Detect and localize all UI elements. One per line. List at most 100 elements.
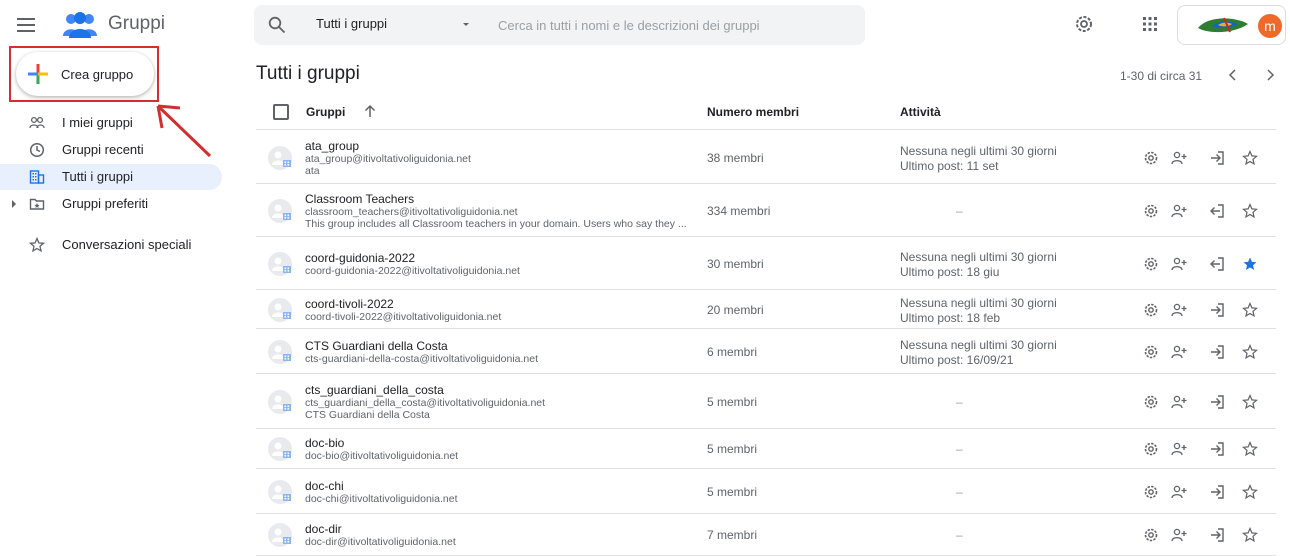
group-avatar-icon <box>268 199 292 223</box>
caret-down-icon[interactable] <box>459 17 473 31</box>
folder-star-icon <box>29 198 45 210</box>
group-avatar-icon <box>268 390 292 414</box>
group-name[interactable]: ata_group <box>305 139 359 153</box>
join-group-icon[interactable] <box>1209 441 1225 457</box>
group-settings-icon[interactable] <box>1143 441 1159 457</box>
leave-group-icon[interactable] <box>1209 256 1225 272</box>
star-filled-icon[interactable] <box>1242 256 1258 272</box>
group-name[interactable]: doc-dir <box>305 522 342 536</box>
add-member-icon[interactable] <box>1171 150 1187 166</box>
last-post: Ultimo post: 16/09/21 <box>900 353 1014 367</box>
group-email: ata_group@itivoltativoliguidonia.net <box>305 153 471 165</box>
group-name[interactable]: doc-bio <box>305 436 344 450</box>
group-avatar-icon <box>268 437 292 461</box>
settings-gear-icon[interactable] <box>1073 13 1095 35</box>
add-member-icon[interactable] <box>1171 527 1187 543</box>
apps-grid-icon[interactable] <box>1140 14 1160 34</box>
building-icon <box>29 170 45 184</box>
user-avatar[interactable]: m <box>1258 14 1282 38</box>
last-post: Ultimo post: 18 giu <box>900 265 1000 279</box>
sidebar-item-my-groups[interactable]: I miei gruppi <box>0 110 222 136</box>
group-settings-icon[interactable] <box>1143 484 1159 500</box>
join-group-icon[interactable] <box>1209 484 1225 500</box>
sidebar-item-recent-groups[interactable]: Gruppi recenti <box>0 137 222 163</box>
account-switcher[interactable]: m <box>1177 5 1286 45</box>
star-outline-icon[interactable] <box>1242 441 1258 457</box>
select-all-checkbox[interactable] <box>273 104 289 120</box>
table-row[interactable]: coord-guidonia-2022 coord-guidonia-2022@i… <box>256 237 1276 290</box>
add-member-icon[interactable] <box>1171 256 1187 272</box>
group-settings-icon[interactable] <box>1143 203 1159 219</box>
join-group-icon[interactable] <box>1209 302 1225 318</box>
leave-group-icon[interactable] <box>1209 203 1225 219</box>
star-outline-icon[interactable] <box>1242 394 1258 410</box>
page-title: Tutti i gruppi <box>256 63 360 84</box>
group-email: cts-guardiani-della-costa@itivoltativoli… <box>305 353 539 365</box>
search-input[interactable] <box>498 13 848 37</box>
table-row[interactable]: CTS Guardiani della Costa cts-guardiani-d… <box>256 329 1276 374</box>
sidebar-item-special-conversations[interactable]: Conversazioni speciali <box>0 232 222 258</box>
table-row[interactable]: doc-bio doc-bio@itivoltativoliguidonia.ne… <box>256 429 1276 469</box>
activity-empty: – <box>956 528 963 542</box>
activity-summary: Nessuna negli ultimi 30 giorni <box>900 296 1057 310</box>
join-group-icon[interactable] <box>1209 150 1225 166</box>
column-header-groups[interactable]: Gruppi <box>306 105 345 119</box>
add-member-icon[interactable] <box>1171 394 1187 410</box>
join-group-icon[interactable] <box>1209 394 1225 410</box>
group-name[interactable]: coord-tivoli-2022 <box>305 297 394 311</box>
organization-logo-icon <box>1198 17 1248 33</box>
add-member-icon[interactable] <box>1171 441 1187 457</box>
table-row[interactable]: Classroom Teachers classroom_teachers@iti… <box>256 184 1276 237</box>
group-name[interactable]: doc-chi <box>305 479 344 493</box>
add-member-icon[interactable] <box>1171 484 1187 500</box>
group-settings-icon[interactable] <box>1143 344 1159 360</box>
caret-right-icon[interactable] <box>10 199 18 209</box>
group-email: coord-tivoli-2022@itivoltativoliguidonia… <box>305 311 502 323</box>
star-outline-icon[interactable] <box>1242 484 1258 500</box>
group-name[interactable]: cts_guardiani_della_costa <box>305 383 444 397</box>
star-outline-icon[interactable] <box>1242 302 1258 318</box>
join-group-icon[interactable] <box>1209 527 1225 543</box>
star-outline-icon[interactable] <box>1242 203 1258 219</box>
star-outline-icon[interactable] <box>1242 344 1258 360</box>
table-row[interactable]: doc-chi doc-chi@itivoltativoliguidonia.ne… <box>256 469 1276 514</box>
group-settings-icon[interactable] <box>1143 302 1159 318</box>
star-outline-icon[interactable] <box>1242 150 1258 166</box>
chevron-right-icon[interactable] <box>1262 67 1278 83</box>
join-group-icon[interactable] <box>1209 344 1225 360</box>
column-header-members: Numero membri <box>707 105 800 119</box>
sort-arrow-up-icon[interactable] <box>362 103 378 119</box>
star-outline-icon[interactable] <box>1242 527 1258 543</box>
app-title: Gruppi <box>108 13 166 34</box>
search-icon[interactable] <box>268 16 286 34</box>
sidebar-item-all-groups[interactable]: Tutti i gruppi <box>0 164 222 190</box>
create-group-button[interactable]: Crea gruppo <box>16 52 154 96</box>
group-settings-icon[interactable] <box>1143 150 1159 166</box>
group-name[interactable]: coord-guidonia-2022 <box>305 251 415 265</box>
group-name[interactable]: Classroom Teachers <box>305 192 414 206</box>
table-row[interactable]: coord-tivoli-2022 coord-tivoli-2022@itivo… <box>256 290 1276 329</box>
activity-empty: – <box>956 485 963 499</box>
sidebar-item-favorite-groups[interactable]: Gruppi preferiti <box>0 191 222 217</box>
group-name[interactable]: CTS Guardiani della Costa <box>305 339 448 353</box>
activity-empty: – <box>956 204 963 218</box>
table-row[interactable]: ata_group ata_group@itivoltativoliguidoni… <box>256 131 1276 184</box>
group-settings-icon[interactable] <box>1143 256 1159 272</box>
group-settings-icon[interactable] <box>1143 394 1159 410</box>
add-member-icon[interactable] <box>1171 302 1187 318</box>
group-settings-icon[interactable] <box>1143 527 1159 543</box>
group-description: This group includes all Classroom teache… <box>305 218 687 230</box>
add-member-icon[interactable] <box>1171 344 1187 360</box>
main-menu-button[interactable] <box>12 11 40 39</box>
search-scope-select[interactable]: Tutti i gruppi <box>316 16 387 31</box>
table-row[interactable]: doc-dir doc-dir@itivoltativoliguidonia.ne… <box>256 514 1276 556</box>
group-email: cts_guardiani_della_costa@itivoltativoli… <box>305 397 546 409</box>
group-email: doc-chi@itivoltativoliguidonia.net <box>305 493 458 505</box>
column-header-activity: Attività <box>900 105 941 119</box>
chevron-left-icon[interactable] <box>1225 67 1241 83</box>
add-member-icon[interactable] <box>1171 203 1187 219</box>
table-row[interactable]: cts_guardiani_della_costa cts_guardiani_d… <box>256 374 1276 429</box>
activity-summary: Nessuna negli ultimi 30 giorni <box>900 250 1057 264</box>
groups-logo-icon <box>63 12 97 38</box>
activity-empty: – <box>956 395 963 409</box>
